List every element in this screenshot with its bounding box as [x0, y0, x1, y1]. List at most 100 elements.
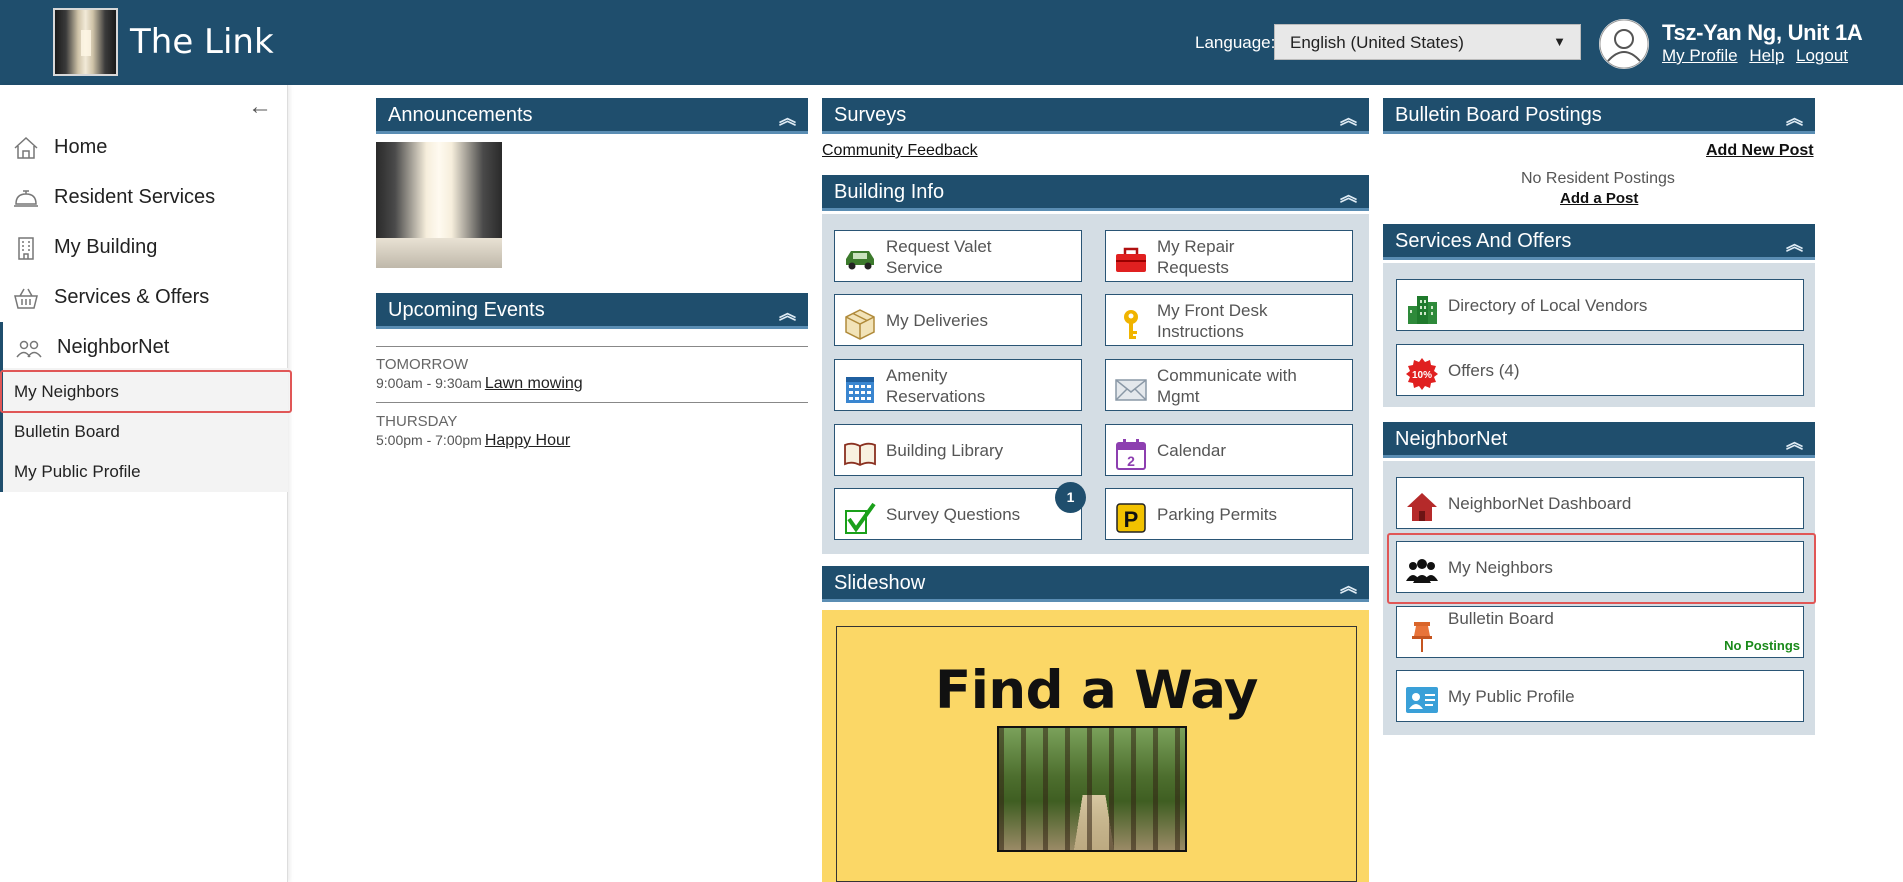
tile-request-valet-service[interactable]: Request Valet Service — [834, 230, 1082, 282]
subnav-bulletin-board[interactable]: Bulletin Board — [14, 422, 120, 442]
tile-communicate-with-mgmt[interactable]: Communicate with Mgmt — [1105, 359, 1353, 411]
tile-label: Calendar — [1157, 441, 1226, 460]
divider — [376, 402, 808, 403]
tile-label: Communicate with Mgmt — [1157, 366, 1297, 406]
language-select[interactable]: English (United States) ▼ — [1274, 24, 1581, 60]
tile-offers[interactable]: 10% Offers (4) — [1396, 344, 1804, 396]
announcement-image[interactable] — [376, 142, 502, 268]
collapse-chevron-icon[interactable]: ︽ — [1786, 428, 1803, 453]
collapse-chevron-icon[interactable]: ︽ — [1786, 230, 1803, 255]
language-value: English (United States) — [1290, 33, 1464, 52]
sidebar-item-services-offers[interactable]: Services & Offers — [0, 272, 288, 322]
services-offers-header[interactable]: Services And Offers ︽ — [1383, 224, 1815, 260]
user-links: My Profile Help Logout — [1662, 46, 1855, 66]
collapse-chevron-icon[interactable]: ︽ — [1340, 104, 1357, 129]
tile-label: My Deliveries — [886, 311, 989, 330]
sidebar-item-label: Resident Services — [54, 186, 216, 208]
tile-label: Offers (4) — [1448, 361, 1520, 380]
no-postings-status: No Postings — [1724, 638, 1800, 653]
sidebar-item-my-building[interactable]: My Building — [0, 222, 288, 272]
neighbornet-header[interactable]: NeighborNet ︽ — [1383, 422, 1815, 458]
subnav-my-public-profile[interactable]: My Public Profile — [14, 462, 141, 482]
bell-icon — [14, 190, 38, 207]
bulletin-postings-header[interactable]: Bulletin Board Postings ︽ — [1383, 98, 1815, 134]
envelope-icon — [1115, 379, 1147, 401]
people-icon — [16, 340, 42, 358]
top-header: The Link Language: English (United State… — [0, 0, 1903, 85]
language-label: Language: — [1195, 33, 1276, 52]
slideshow-title: Slideshow — [834, 572, 926, 594]
package-icon — [845, 309, 875, 340]
logout-link[interactable]: Logout — [1796, 46, 1848, 65]
surveys-header[interactable]: Surveys ︽ — [822, 98, 1369, 134]
collapse-chevron-icon[interactable]: ︽ — [779, 104, 796, 129]
dropdown-caret-icon: ▼ — [1553, 34, 1566, 49]
building-info-title: Building Info — [834, 181, 945, 203]
tile-my-repair-requests[interactable]: My Repair Requests — [1105, 230, 1353, 282]
community-feedback-link[interactable]: Community Feedback — [822, 142, 978, 160]
event-time-text: 9:00am - 9:30am — [376, 375, 482, 391]
building-info-header[interactable]: Building Info ︽ — [822, 175, 1369, 211]
parking-icon: P — [1116, 503, 1146, 533]
sidebar-item-label: NeighborNet — [57, 336, 170, 358]
announcements-title: Announcements — [388, 104, 533, 126]
tile-directory-local-vendors[interactable]: Directory of Local Vendors — [1396, 279, 1804, 331]
home-icon — [14, 136, 38, 159]
tile-parking-permits[interactable]: P Parking Permits — [1105, 488, 1353, 540]
sidebar-item-home[interactable]: Home — [0, 122, 288, 172]
add-a-post-link[interactable]: Add a Post — [1560, 190, 1638, 207]
tile-my-public-profile[interactable]: My Public Profile — [1396, 670, 1804, 722]
tile-my-deliveries[interactable]: My Deliveries — [834, 294, 1082, 346]
event-day: TOMORROW — [376, 356, 469, 373]
tile-label: My Repair Requests — [1157, 237, 1235, 277]
collapse-chevron-icon[interactable]: ︽ — [1340, 572, 1357, 597]
survey-count-badge: 1 — [1055, 482, 1086, 513]
id-card-icon — [1406, 687, 1438, 713]
sidebar-item-neighbornet[interactable]: NeighborNet — [0, 322, 288, 372]
sidebar-item-resident-services[interactable]: Resident Services — [0, 172, 288, 222]
tile-bulletin-board[interactable]: Bulletin Board No Postings — [1396, 606, 1804, 658]
tile-my-front-desk-instructions[interactable]: My Front Desk Instructions — [1105, 294, 1353, 346]
no-postings-text: No Resident Postings — [1521, 170, 1675, 187]
key-icon — [1124, 310, 1138, 339]
neighbornet-title: NeighborNet — [1395, 428, 1508, 450]
events-header[interactable]: Upcoming Events ︽ — [376, 293, 808, 329]
app-title[interactable]: The Link — [130, 22, 274, 62]
add-new-post-link[interactable]: Add New Post — [1706, 142, 1814, 160]
services-offers-title: Services And Offers — [1395, 230, 1572, 252]
avatar[interactable] — [1599, 19, 1649, 69]
collapse-chevron-icon[interactable]: ︽ — [1786, 104, 1803, 129]
tile-label: NeighborNet Dashboard — [1448, 494, 1632, 513]
discount-badge-text: 10% — [1412, 370, 1432, 381]
logo-image[interactable] — [53, 8, 118, 76]
tile-building-library[interactable]: Building Library — [834, 424, 1082, 476]
collapse-chevron-icon[interactable]: ︽ — [1340, 181, 1357, 206]
book-icon — [844, 442, 876, 467]
help-link[interactable]: Help — [1749, 46, 1784, 65]
tile-survey-questions[interactable]: Survey Questions — [834, 488, 1082, 540]
tile-label: Amenity Reservations — [886, 366, 986, 406]
calendar-grid-icon — [846, 377, 874, 403]
highlight-my-neighbors-sidebar — [0, 370, 292, 413]
house-icon — [1407, 493, 1437, 521]
slideshow-header[interactable]: Slideshow ︽ — [822, 566, 1369, 602]
event-time-text: 5:00pm - 7:00pm — [376, 432, 482, 448]
discount-icon: 10% — [1406, 358, 1438, 390]
pushpin-icon — [1412, 622, 1432, 652]
tile-amenity-reservations[interactable]: Amenity Reservations — [834, 359, 1082, 411]
city-icon — [1408, 296, 1437, 324]
tile-neighbornet-dashboard[interactable]: NeighborNet Dashboard — [1396, 477, 1804, 529]
car-icon — [846, 251, 874, 270]
sidebar-item-label: Home — [54, 136, 108, 158]
event-link-happy-hour[interactable]: Happy Hour — [485, 432, 570, 449]
collapse-sidebar-icon[interactable]: ← — [248, 93, 272, 121]
announcements-header[interactable]: Announcements ︽ — [376, 98, 808, 134]
tile-label: Bulletin Board — [1448, 609, 1554, 628]
my-profile-link[interactable]: My Profile — [1662, 46, 1738, 65]
collapse-chevron-icon[interactable]: ︽ — [779, 299, 796, 324]
surveys-title: Surveys — [834, 104, 907, 126]
events-title: Upcoming Events — [388, 299, 545, 321]
event-link-lawn-mowing[interactable]: Lawn mowing — [485, 375, 583, 392]
checkmark-icon — [845, 502, 876, 534]
tile-calendar[interactable]: 2 Calendar — [1105, 424, 1353, 476]
